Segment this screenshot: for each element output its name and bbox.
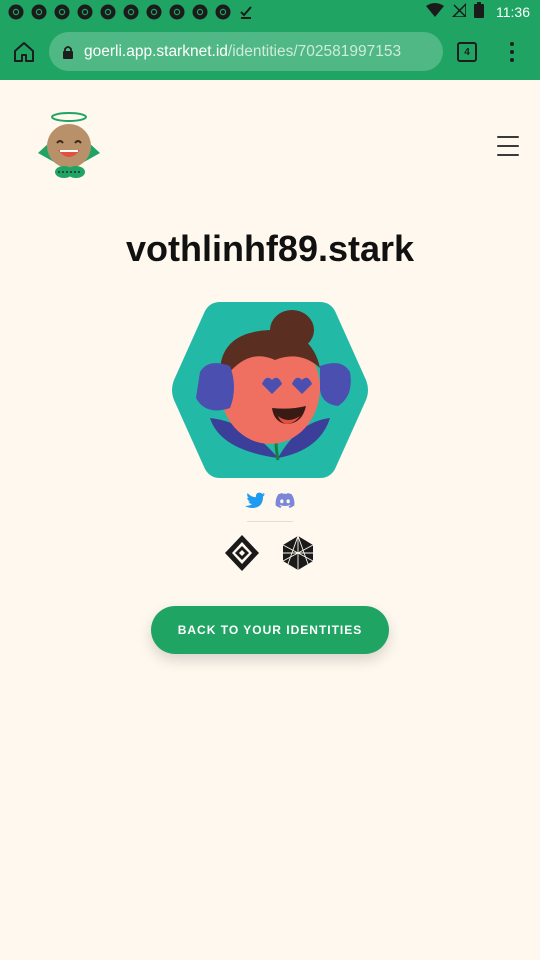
chrome-icon [122,4,139,21]
chrome-icon [214,4,231,21]
discord-icon[interactable] [275,490,295,510]
tab-switcher-button[interactable]: 4 [457,42,477,62]
twitter-icon[interactable] [245,490,265,510]
profile-avatar [172,302,368,478]
domain-name-title: vothlinhf89.stark [125,228,415,269]
starknet-id-logo[interactable] [30,110,108,184]
home-button[interactable] [10,38,38,66]
chrome-icon [145,4,162,21]
back-to-identities-button[interactable]: BACK TO YOUR IDENTITIES [151,606,389,654]
download-done-icon [237,4,254,21]
more-vert-icon [510,42,514,46]
url-text: goerli.app.starknet.id/identities/702581… [84,43,401,61]
no-signal-icon [451,1,467,22]
battery-icon [474,1,484,23]
status-right-icons: 11:36 [426,0,530,24]
social-links [0,490,540,510]
address-bar[interactable]: goerli.app.starknet.id/identities/702581… [49,32,443,71]
chrome-icon [7,4,24,21]
hamburger-menu-button[interactable] [497,136,519,156]
badge-row [0,534,540,572]
chrome-icon [168,4,185,21]
lock-icon [63,45,73,59]
browser-menu-button[interactable] [505,40,519,64]
wifi-icon [426,2,444,22]
chrome-icon [191,4,208,21]
url-path: /identities/702581997153 [227,42,402,60]
polyhedron-badge-icon[interactable] [280,534,316,572]
chrome-icon [76,4,93,21]
browser-toolbar: goerli.app.starknet.id/identities/702581… [0,24,540,80]
url-host: goerli.app.starknet.id [84,42,228,60]
divider [247,521,293,522]
clock: 11:36 [496,4,530,20]
diamond-badge-icon[interactable] [224,534,260,572]
home-icon [14,42,34,62]
chrome-icon [30,4,47,21]
chrome-icon [99,4,116,21]
notification-icons [0,4,254,21]
chrome-icon [53,4,70,21]
status-bar: 11:36 [0,0,540,24]
